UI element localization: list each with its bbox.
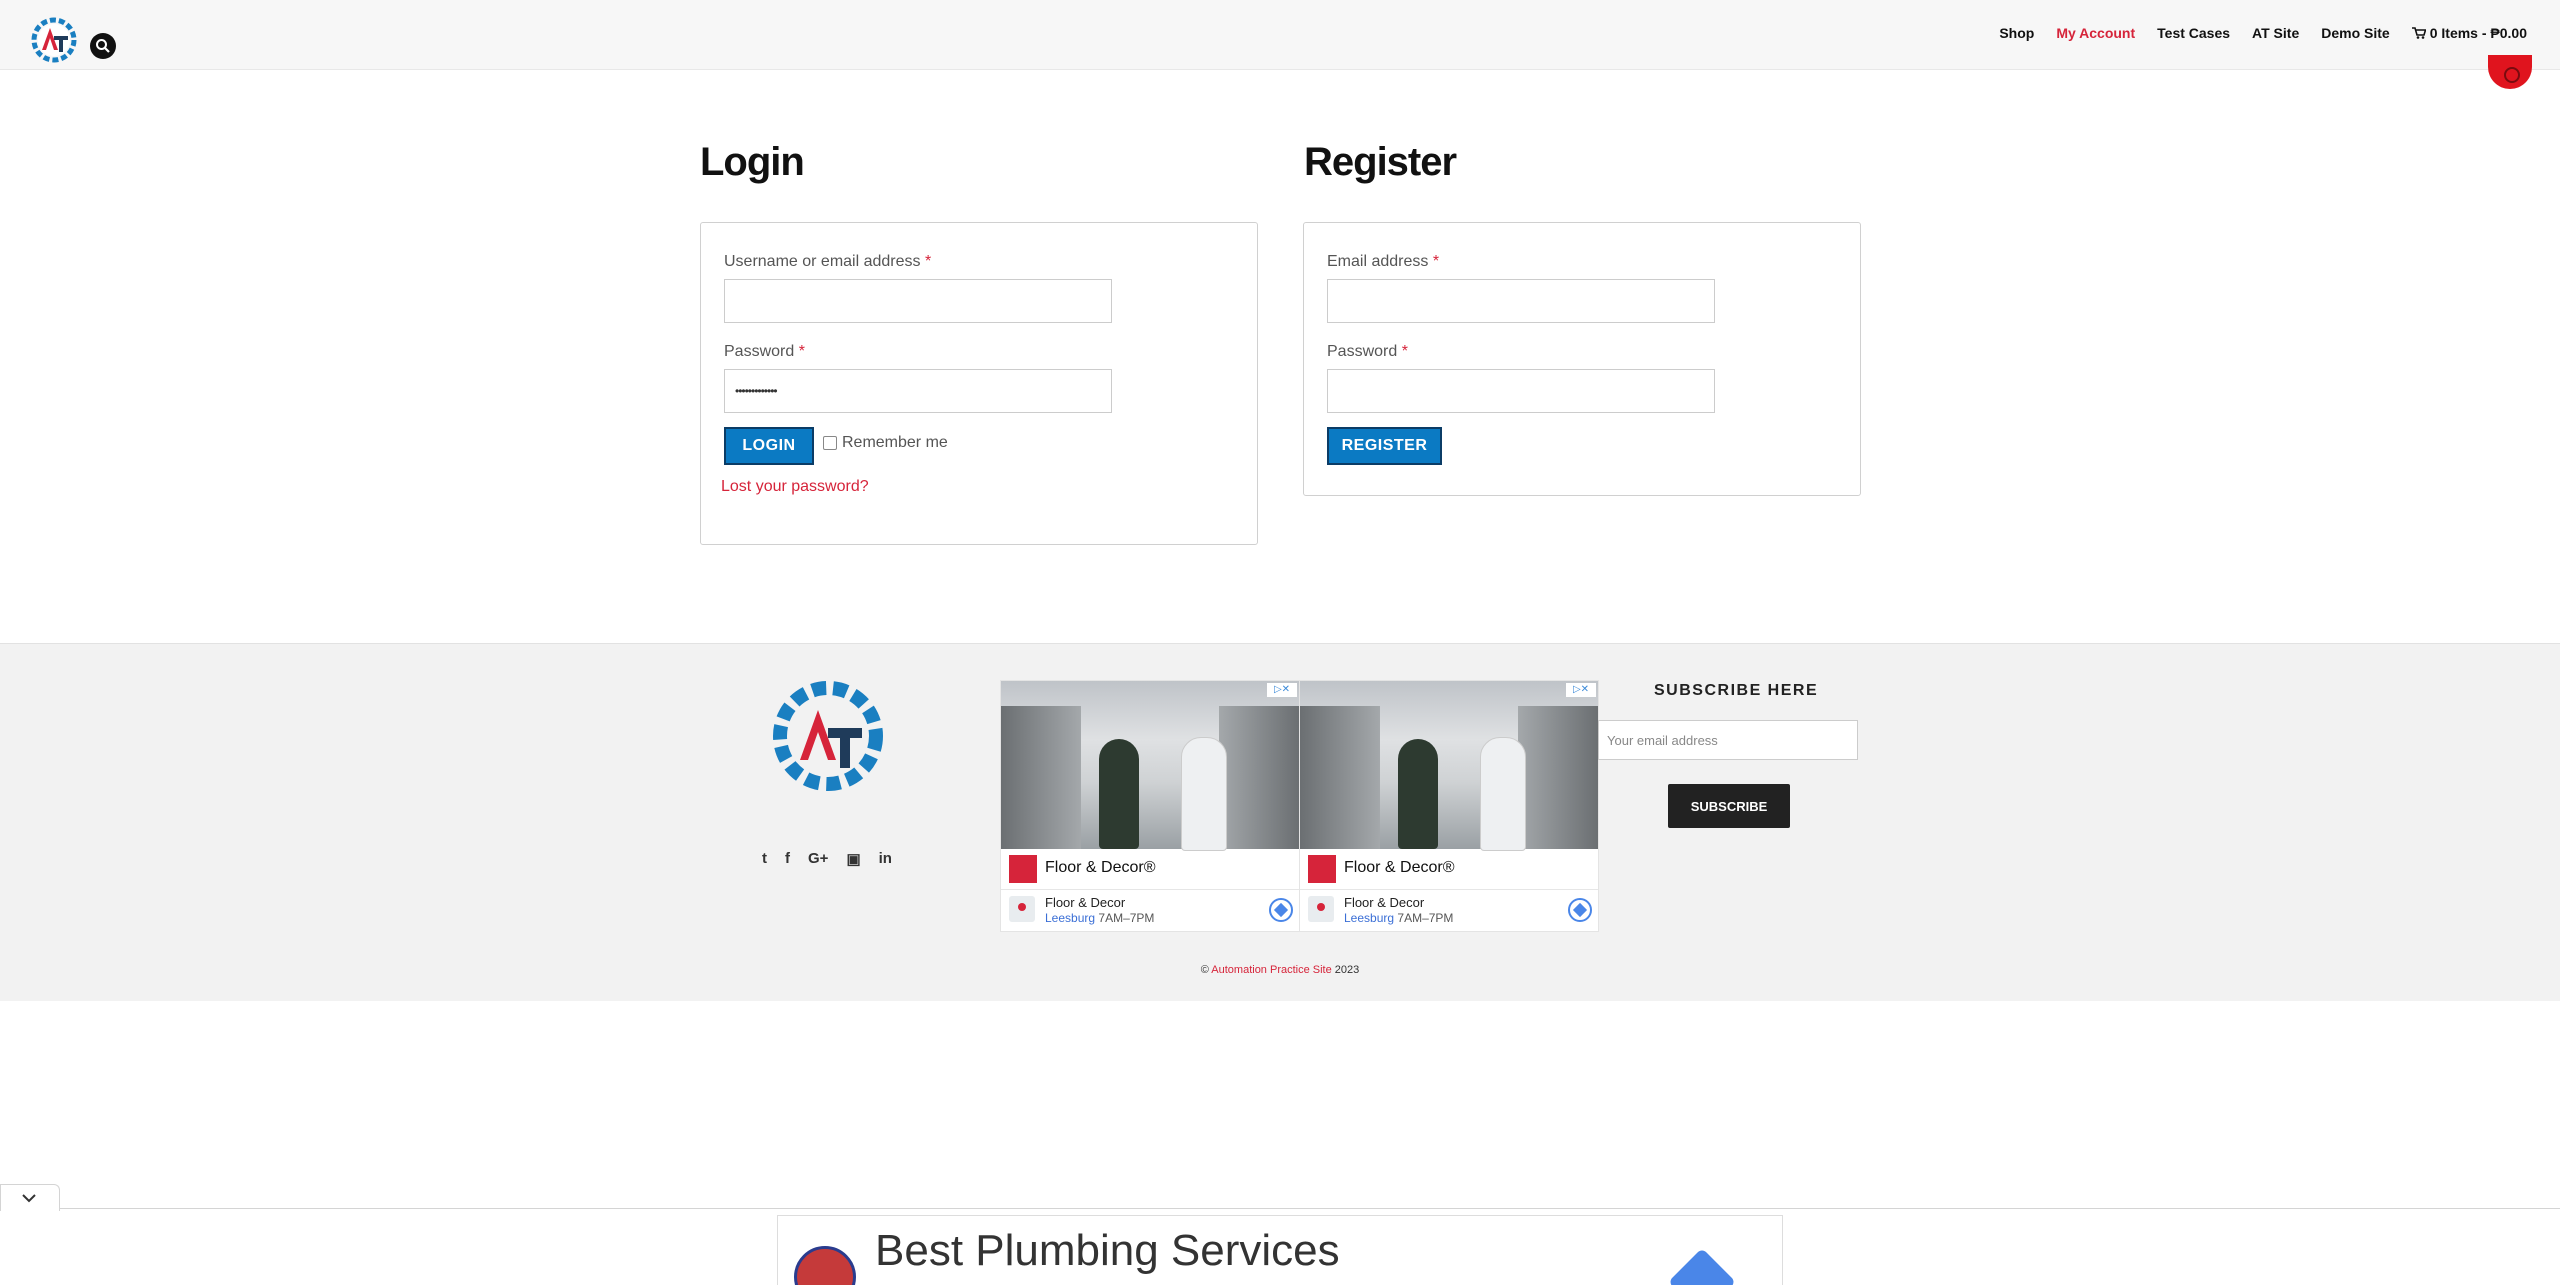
subscribe-email-input[interactable]: Your email address xyxy=(1598,720,1858,760)
email-label: Email address * xyxy=(1327,253,1440,270)
map-pin-icon xyxy=(1009,896,1035,922)
directions-arrow-icon[interactable] xyxy=(1668,1248,1736,1285)
adchoices-icon[interactable]: ▷✕ xyxy=(1267,683,1297,697)
site-logo[interactable] xyxy=(28,14,80,66)
collapse-ad-button[interactable] xyxy=(0,1184,60,1211)
chevron-down-icon xyxy=(22,1194,36,1203)
linkedin-icon[interactable]: in xyxy=(879,850,892,868)
ad-store-name: Floor & Decor xyxy=(1045,895,1126,910)
copyright-link[interactable]: Automation Practice Site xyxy=(1211,964,1331,976)
footer-logo[interactable] xyxy=(770,676,886,802)
subscribe-button[interactable]: SUBSCRIBE xyxy=(1668,784,1790,828)
main-nav: Shop My Account Test Cases AT Site Demo … xyxy=(1999,25,2527,41)
login-button[interactable]: LOGIN xyxy=(724,427,814,465)
login-title: Login xyxy=(700,140,805,184)
site-header: Shop My Account Test Cases AT Site Demo … xyxy=(0,0,2560,70)
search-icon xyxy=(96,39,110,53)
login-form: Username or email address * Password * •… xyxy=(700,222,1258,545)
directions-icon[interactable] xyxy=(1269,898,1293,922)
bottom-ad-headline: Best Plumbing Services xyxy=(875,1226,1340,1275)
nav-cart[interactable]: 0 Items - ₱0.00 xyxy=(2411,25,2527,41)
register-title: Register xyxy=(1304,140,1457,184)
facebook-icon[interactable]: f xyxy=(785,850,790,868)
search-button[interactable] xyxy=(90,33,116,59)
floating-cart-badge[interactable] xyxy=(2488,55,2532,89)
nav-demo-site[interactable]: Demo Site xyxy=(2321,25,2389,41)
social-links: t f G+ ▣ in xyxy=(762,850,892,868)
ad-photo xyxy=(1300,681,1598,851)
bottom-ad-banner[interactable]: Best Plumbing Services xyxy=(777,1215,1783,1285)
brand-logo xyxy=(1009,855,1037,883)
ad-brand-name: Floor & Decor® xyxy=(1045,859,1156,876)
footer-ad-1[interactable]: ▷✕ Floor & Decor® Floor & Decor Leesburg… xyxy=(1000,680,1300,932)
ad-store-name: Floor & Decor xyxy=(1344,895,1425,910)
cart-icon xyxy=(2411,27,2426,39)
lost-password-link[interactable]: Lost your password? xyxy=(721,478,869,496)
subscribe-title: SUBSCRIBE HERE xyxy=(1654,682,1819,699)
email-input[interactable] xyxy=(1327,279,1715,323)
footer-ad-2[interactable]: ▷✕ Floor & Decor® Floor & Decor Leesburg… xyxy=(1299,680,1599,932)
copyright: © Automation Practice Site 2023 xyxy=(1200,964,1360,976)
password-input[interactable]: ••••••••••••• xyxy=(724,369,1112,413)
remember-me-label: Remember me xyxy=(842,434,948,451)
brand-logo xyxy=(1308,855,1336,883)
register-button[interactable]: REGISTER xyxy=(1327,427,1442,465)
remember-me-checkbox[interactable] xyxy=(823,436,837,450)
password-label: Password * xyxy=(724,343,805,360)
register-form: Email address * Password * REGISTER xyxy=(1303,222,1861,496)
nav-shop[interactable]: Shop xyxy=(1999,25,2034,41)
nav-test-cases[interactable]: Test Cases xyxy=(2157,25,2230,41)
register-password-input[interactable] xyxy=(1327,369,1715,413)
username-label: Username or email address * xyxy=(724,253,932,270)
map-pin-icon xyxy=(1308,896,1334,922)
badge-icon xyxy=(2504,67,2520,83)
google-plus-icon[interactable]: G+ xyxy=(808,850,828,868)
cart-summary: 0 Items - ₱0.00 xyxy=(2429,25,2527,41)
nav-at-site[interactable]: AT Site xyxy=(2252,25,2299,41)
youtube-icon[interactable]: ▣ xyxy=(846,850,860,868)
bottom-ad-divider xyxy=(0,1208,2560,1209)
register-password-label: Password * xyxy=(1327,343,1408,360)
twitter-icon[interactable]: t xyxy=(762,850,767,868)
ad-brand-name: Floor & Decor® xyxy=(1344,859,1455,876)
plumbing-logo-icon xyxy=(794,1246,856,1285)
ad-store-info: Leesburg 7AM–7PM xyxy=(1045,911,1155,925)
directions-icon[interactable] xyxy=(1568,898,1592,922)
ad-store-info: Leesburg 7AM–7PM xyxy=(1344,911,1454,925)
nav-my-account[interactable]: My Account xyxy=(2056,25,2135,41)
adchoices-icon[interactable]: ▷✕ xyxy=(1566,683,1596,697)
ad-photo xyxy=(1001,681,1299,851)
username-input[interactable] xyxy=(724,279,1112,323)
